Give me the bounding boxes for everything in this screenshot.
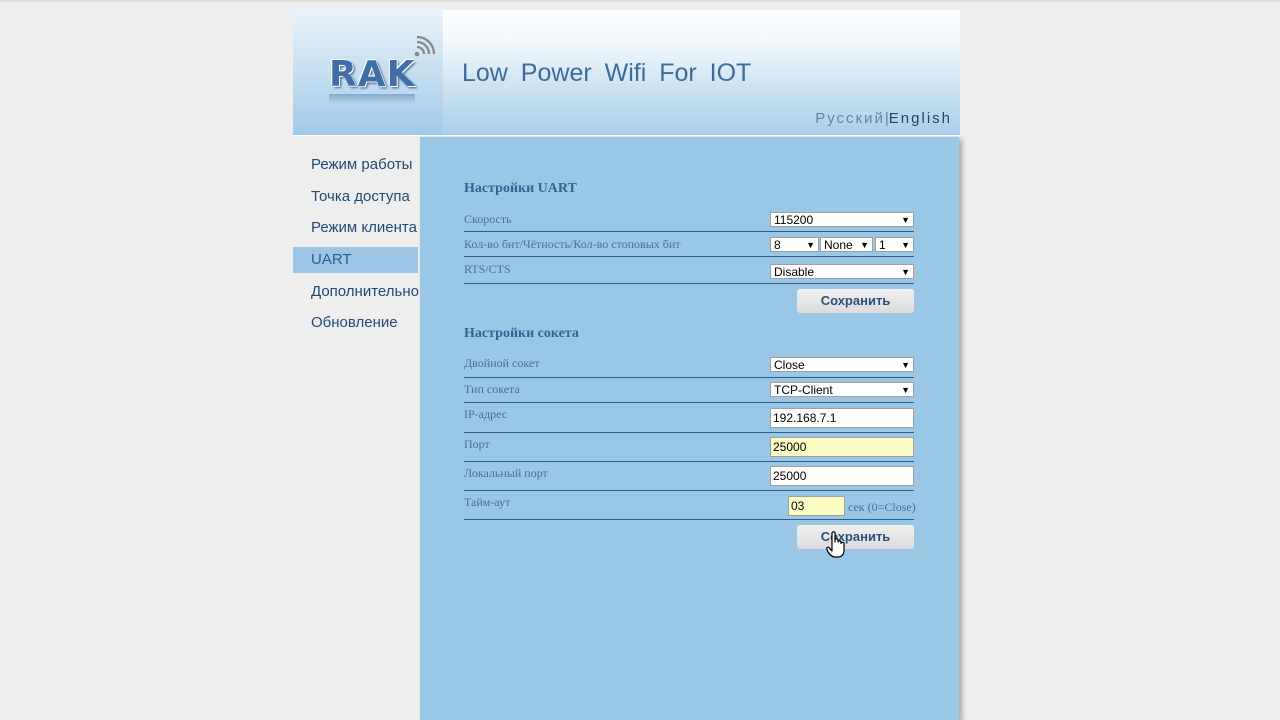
sidebar-item-client-mode[interactable]: Режим клиента (293, 215, 418, 241)
page-title: Low Power Wifi For IOT (462, 59, 752, 87)
socket-type-value: TCP-Client (774, 383, 833, 397)
socket-ip-label: IP-адрес (464, 407, 508, 421)
socket-timeout-row: Тайм-аут 03 сек (0=Close) (464, 492, 916, 520)
uart-rtscts-select[interactable]: Disable ▼ (770, 264, 914, 279)
hand-pointer-cursor-icon (826, 531, 845, 558)
dropdown-arrow-icon: ▼ (901, 385, 910, 395)
uart-rtscts-label: RTS/CTS (464, 262, 511, 276)
uart-format-label: Кол-во бит/Чётность/Кол-во стоповых бит (464, 237, 681, 251)
uart-rtscts-value: Disable (774, 265, 815, 279)
logo-reflection (329, 94, 415, 104)
dropdown-arrow-icon: ▼ (806, 240, 815, 250)
socket-port-input[interactable]: 25000 (770, 437, 914, 457)
sidebar-nav: Режим работы Точка доступа Режим клиента… (293, 152, 419, 342)
uart-parity-value: None (824, 238, 853, 252)
uart-speed-value: 115200 (774, 213, 814, 227)
socket-ip-input[interactable]: 192.168.7.1 (770, 408, 914, 428)
uart-stopbits-select[interactable]: 1 ▼ (875, 237, 914, 252)
socket-timeout-input[interactable]: 03 (788, 496, 845, 516)
uart-format-row: Кол-во бит/Чётность/Кол-во стоповых бит … (464, 234, 914, 257)
logo-text: RAK (329, 54, 416, 95)
socket-save-button[interactable]: Сохранить (797, 525, 914, 549)
socket-local-port-label: Локальный порт (464, 466, 548, 480)
top-border (0, 0, 1280, 2)
socket-timeout-unit: сек (0=Close) (848, 500, 916, 514)
socket-type-select[interactable]: TCP-Client ▼ (770, 382, 914, 397)
settings-panel: Настройки UART Скорость 115200 ▼ Кол-во … (420, 137, 959, 720)
socket-section-title: Настройки сокета (464, 326, 579, 341)
lang-english-link[interactable]: English (889, 110, 952, 127)
socket-dual-label: Двойной сокет (464, 356, 540, 370)
uart-speed-label: Скорость (464, 212, 512, 226)
wifi-signal-icon (414, 35, 436, 57)
socket-local-port-row: Локальный порт 25000 (464, 463, 914, 491)
sidebar-item-work-mode[interactable]: Режим работы (293, 152, 418, 178)
dropdown-arrow-icon: ▼ (901, 215, 910, 225)
dropdown-arrow-icon: ▼ (901, 360, 910, 370)
uart-stopbits-value: 1 (879, 238, 886, 252)
dropdown-arrow-icon: ▼ (901, 240, 910, 250)
uart-parity-select[interactable]: None ▼ (820, 237, 873, 252)
socket-type-label: Тип сокета (464, 382, 520, 396)
socket-timeout-label: Тайм-аут (464, 495, 511, 509)
socket-dual-select[interactable]: Close ▼ (770, 357, 914, 372)
dropdown-arrow-icon: ▼ (901, 267, 910, 277)
lang-russian-link[interactable]: Русский (815, 110, 885, 127)
language-switcher: Русский|English (815, 110, 952, 127)
socket-ip-row: IP-адрес 192.168.7.1 (464, 404, 914, 433)
socket-dual-value: Close (774, 358, 805, 372)
socket-type-row: Тип сокета TCP-Client ▼ (464, 379, 914, 403)
sidebar-item-advanced[interactable]: Дополнительно (293, 279, 419, 305)
socket-port-row: Порт 25000 (464, 434, 914, 462)
sidebar-item-update[interactable]: Обновление (293, 310, 418, 336)
sidebar-item-uart[interactable]: UART (293, 247, 418, 274)
uart-save-button[interactable]: Сохранить (797, 289, 914, 313)
uart-speed-row: Скорость 115200 ▼ (464, 209, 914, 232)
logo[interactable]: RAK (293, 10, 443, 135)
sidebar-item-access-point[interactable]: Точка доступа (293, 184, 418, 210)
uart-speed-select[interactable]: 115200 ▼ (770, 212, 914, 227)
uart-rtscts-row: RTS/CTS Disable ▼ (464, 259, 914, 284)
header: RAK Low Power Wifi For IOT Русский|Engli… (293, 10, 960, 136)
dropdown-arrow-icon: ▼ (860, 240, 869, 250)
socket-dual-row: Двойной сокет Close ▼ (464, 353, 914, 378)
socket-port-label: Порт (464, 437, 490, 451)
uart-section-title: Настройки UART (464, 181, 577, 196)
uart-bits-select[interactable]: 8 ▼ (770, 237, 819, 252)
uart-bits-value: 8 (774, 238, 781, 252)
socket-local-port-input[interactable]: 25000 (770, 466, 914, 486)
